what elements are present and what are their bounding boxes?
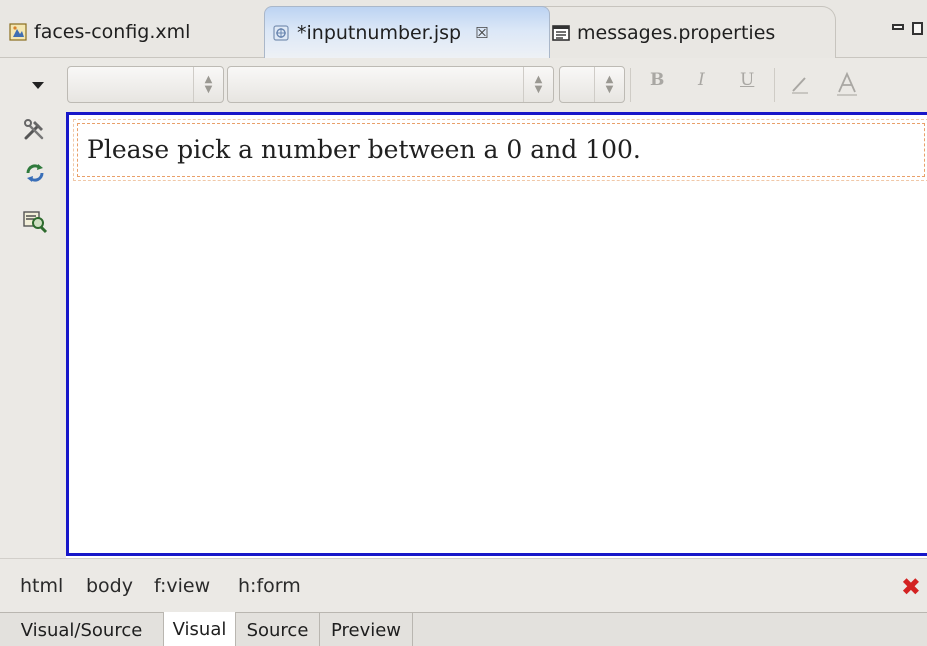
page-tab-label: Visual/Source — [20, 619, 143, 641]
tab-faces-config[interactable]: faces-config.xml — [0, 6, 266, 58]
editor-page-tabs: Visual/Source Visual Source Preview — [0, 612, 927, 646]
tab-messages-properties[interactable]: messages.properties — [526, 6, 836, 58]
breadcrumb-item-html[interactable]: html — [20, 575, 63, 597]
tab-visual[interactable]: Visual — [164, 612, 236, 646]
formatting-toolbar: ▲ ▼ ▲ ▼ ▲ ▼ B I U — [0, 58, 927, 114]
tab-preview[interactable]: Preview — [320, 613, 413, 646]
tab-visual-source[interactable]: Visual/Source — [0, 613, 164, 646]
tab-label: faces-config.xml — [34, 21, 191, 43]
font-size-combo[interactable]: ▲ ▼ — [559, 66, 625, 103]
toolbar-separator — [774, 68, 775, 102]
jsp-file-icon — [273, 24, 289, 41]
font-combo[interactable]: ▲ ▼ — [227, 66, 554, 103]
editor-tab-bar: messages.properties faces-config.xml *in… — [0, 0, 927, 58]
page-tab-label: Source — [246, 619, 309, 641]
properties-file-icon — [552, 24, 570, 41]
tab-inputnumber-jsp[interactable]: *inputnumber.jsp ☒ — [264, 6, 550, 58]
xml-config-icon — [9, 23, 27, 41]
background-color-icon[interactable] — [788, 72, 812, 96]
spinner-icon[interactable]: ▲ ▼ — [594, 67, 624, 102]
tab-close-icon[interactable]: ☒ — [475, 24, 488, 42]
maximize-icon[interactable] — [912, 22, 923, 35]
spinner-icon[interactable]: ▲ ▼ — [523, 67, 553, 102]
visual-design-canvas[interactable]: Please pick a number between a 0 and 100… — [66, 112, 927, 556]
italic-button[interactable]: I — [698, 70, 705, 90]
minimize-icon[interactable] — [892, 24, 904, 30]
tab-source[interactable]: Source — [236, 613, 320, 646]
breadcrumb-item-h-form[interactable]: h:form — [238, 575, 301, 597]
bold-button[interactable]: B — [650, 70, 664, 90]
preferences-tools-icon[interactable] — [22, 116, 48, 142]
element-breadcrumb: html body f:view h:form ✖ — [0, 558, 927, 614]
refresh-icon[interactable] — [22, 160, 48, 186]
form-element-outline[interactable]: Please pick a number between a 0 and 100… — [73, 119, 927, 181]
breadcrumb-item-body[interactable]: body — [86, 575, 133, 597]
font-color-icon[interactable] — [834, 70, 860, 98]
form-prompt-text[interactable]: Please pick a number between a 0 and 100… — [87, 135, 641, 164]
tab-label: *inputnumber.jsp — [297, 21, 462, 44]
underline-button[interactable]: U — [740, 70, 754, 90]
spinner-icon[interactable]: ▲ ▼ — [193, 67, 223, 102]
page-tab-label: Visual — [172, 619, 227, 640]
breadcrumb-item-f-view[interactable]: f:view — [154, 575, 210, 597]
page-design-options-icon[interactable] — [22, 208, 48, 234]
dropdown-arrow-icon[interactable] — [32, 82, 44, 89]
style-combo[interactable]: ▲ ▼ — [67, 66, 224, 103]
toolbar-separator — [630, 68, 631, 102]
window-controls — [892, 22, 923, 35]
page-tab-label: Preview — [330, 619, 402, 641]
side-toolbar — [0, 114, 66, 558]
tab-label: messages.properties — [577, 21, 776, 44]
close-red-icon[interactable]: ✖ — [901, 573, 921, 601]
